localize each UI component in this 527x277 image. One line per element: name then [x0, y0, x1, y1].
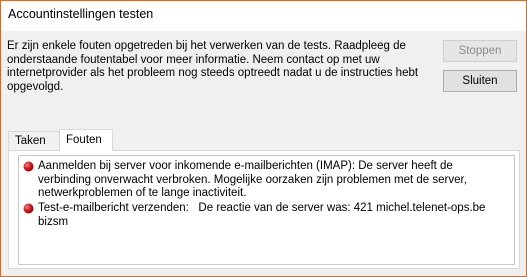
- errors-list[interactable]: Aanmelden bij server voor inkomende e-ma…: [18, 155, 515, 265]
- tab-tasks[interactable]: Taken: [8, 131, 60, 150]
- test-account-settings-dialog: Accountinstellingen testen Er zijn enkel…: [0, 0, 527, 277]
- error-icon: [23, 161, 34, 172]
- stop-button[interactable]: Stoppen: [443, 40, 517, 62]
- errors-tab-panel: Aanmelden bij server voor inkomende e-ma…: [8, 150, 520, 269]
- error-icon: [23, 203, 34, 214]
- close-button[interactable]: Sluiten: [443, 70, 517, 92]
- title-bar[interactable]: Accountinstellingen testen: [1, 1, 526, 31]
- error-message: Aanmelden bij server voor inkomende e-ma…: [38, 160, 467, 199]
- status-message: Er zijn enkele fouten opgetreden bij het…: [7, 40, 419, 93]
- tab-errors[interactable]: Fouten: [59, 129, 113, 151]
- window-title: Accountinstellingen testen: [8, 7, 154, 21]
- error-message: Test-e-mailbericht verzenden: De reactie…: [38, 202, 489, 228]
